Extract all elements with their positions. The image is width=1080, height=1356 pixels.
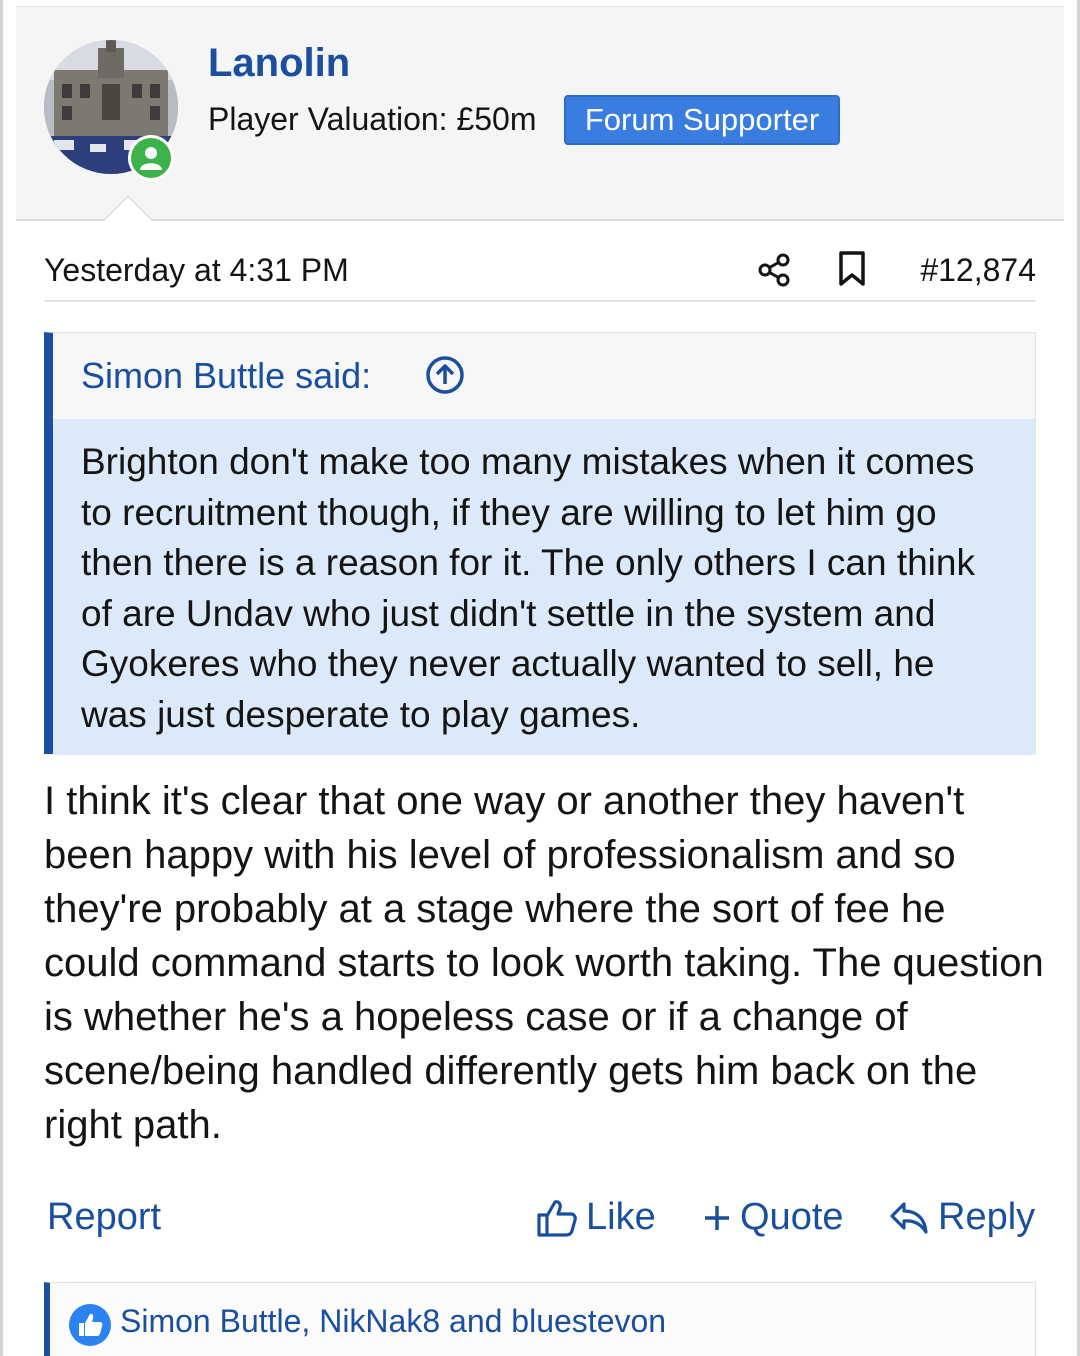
like-button[interactable]: Like bbox=[536, 1196, 656, 1239]
quote-body: Brighton don't make too many mistakes wh… bbox=[53, 419, 1035, 755]
frame-left-border bbox=[0, 0, 3, 1356]
like-reaction-icon bbox=[69, 1304, 111, 1346]
like-label: Like bbox=[586, 1196, 656, 1238]
arrow-up-circle-icon[interactable] bbox=[425, 355, 465, 395]
share-icon[interactable] bbox=[756, 252, 792, 288]
user-header: Lanolin Player Valuation: £50m Forum Sup… bbox=[16, 6, 1064, 221]
header-caret-inner bbox=[104, 197, 152, 221]
reply-button[interactable]: Reply bbox=[888, 1196, 1035, 1239]
post-meta-row: Yesterday at 4:31 PM #12,874 bbox=[44, 238, 1036, 302]
online-status-icon bbox=[128, 135, 174, 181]
report-link[interactable]: Report bbox=[47, 1196, 161, 1239]
reactions-bar: Simon Buttle, NikNak8 and bluestevon bbox=[44, 1282, 1036, 1356]
forum-supporter-badge: Forum Supporter bbox=[564, 95, 840, 145]
post-timestamp[interactable]: Yesterday at 4:31 PM bbox=[44, 252, 349, 289]
reactions-users-link[interactable]: Simon Buttle, NikNak8 and bluestevon bbox=[120, 1303, 666, 1340]
reply-label: Reply bbox=[938, 1196, 1036, 1238]
quote-label: Quote bbox=[740, 1196, 844, 1238]
reply-arrow-icon bbox=[890, 1201, 928, 1234]
quote-header: Simon Buttle said: bbox=[53, 333, 1035, 419]
username-link[interactable]: Lanolin bbox=[208, 41, 350, 86]
quote-button[interactable]: Quote bbox=[702, 1196, 844, 1239]
quote-block: Simon Buttle said: Brighton don't make t… bbox=[44, 332, 1036, 755]
thumbs-up-icon bbox=[537, 1199, 577, 1237]
post-message: I think it's clear that one way or anoth… bbox=[44, 779, 1044, 1147]
post-actions: Report Like Quote Reply bbox=[44, 1190, 1036, 1246]
plus-icon bbox=[705, 1205, 729, 1230]
bookmark-icon[interactable] bbox=[836, 250, 868, 288]
quote-author-link[interactable]: Simon Buttle said: bbox=[81, 355, 371, 397]
user-valuation: Player Valuation: £50m bbox=[208, 101, 537, 137]
post-number-link[interactable]: #12,874 bbox=[920, 252, 1036, 289]
